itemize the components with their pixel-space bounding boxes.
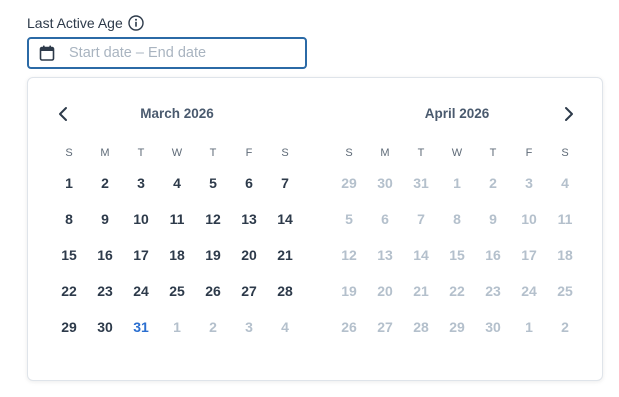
- day-cell[interactable]: 23: [87, 273, 123, 309]
- day-cell[interactable]: 1: [51, 165, 87, 201]
- day-cell[interactable]: 27: [231, 273, 267, 309]
- date-range-placeholder: Start date – End date: [69, 45, 207, 61]
- day-cell[interactable]: 5: [331, 201, 367, 237]
- day-cell[interactable]: 3: [123, 165, 159, 201]
- weekday-header: S M T W T F S: [51, 145, 303, 161]
- day-cell[interactable]: 2: [547, 309, 583, 345]
- day-cell[interactable]: 30: [475, 309, 511, 345]
- date-picker-popup: March 2026 S M T W T F S 1 2 3 4 5 6 7 8 9 10 11 12…: [27, 77, 603, 381]
- weekday-label: F: [245, 147, 253, 159]
- calendar-icon: [39, 45, 55, 61]
- day-cell[interactable]: 22: [439, 273, 475, 309]
- day-cell[interactable]: 2: [195, 309, 231, 345]
- day-cell[interactable]: 29: [331, 165, 367, 201]
- day-cell[interactable]: 29: [439, 309, 475, 345]
- day-cell[interactable]: 19: [331, 273, 367, 309]
- weekday-label: S: [345, 147, 353, 159]
- day-cell[interactable]: 26: [195, 273, 231, 309]
- day-cell[interactable]: 1: [439, 165, 475, 201]
- day-cell[interactable]: 1: [511, 309, 547, 345]
- day-cell[interactable]: 9: [475, 201, 511, 237]
- day-cell[interactable]: 11: [547, 201, 583, 237]
- day-cell[interactable]: 29: [51, 309, 87, 345]
- day-cell[interactable]: 2: [475, 165, 511, 201]
- day-cell[interactable]: 14: [267, 201, 303, 237]
- month-title: April 2026: [424, 106, 490, 121]
- day-cell[interactable]: 20: [231, 237, 267, 273]
- day-cell[interactable]: 6: [367, 201, 403, 237]
- weekday-label: S: [561, 147, 569, 159]
- info-icon[interactable]: [128, 15, 144, 31]
- day-cell[interactable]: 28: [403, 309, 439, 345]
- day-cell[interactable]: 22: [51, 273, 87, 309]
- day-cell[interactable]: 17: [511, 237, 547, 273]
- month-march: March 2026 S M T W T F S 1 2 3 4 5 6 7 8 9 10 11 12…: [51, 102, 303, 345]
- month-title: March 2026: [140, 106, 214, 121]
- day-cell[interactable]: 13: [231, 201, 267, 237]
- day-cell[interactable]: 15: [439, 237, 475, 273]
- day-cell[interactable]: 24: [511, 273, 547, 309]
- weekday-header: S M T W T F S: [331, 145, 583, 161]
- day-cell[interactable]: 11: [159, 201, 195, 237]
- day-cell[interactable]: 16: [475, 237, 511, 273]
- day-cell[interactable]: 30: [87, 309, 123, 345]
- day-cell[interactable]: 8: [439, 201, 475, 237]
- day-cell[interactable]: 21: [403, 273, 439, 309]
- day-cell[interactable]: 10: [123, 201, 159, 237]
- day-cell[interactable]: 8: [51, 201, 87, 237]
- day-cell[interactable]: 10: [511, 201, 547, 237]
- day-cell[interactable]: 31: [123, 309, 159, 345]
- day-cell[interactable]: 18: [547, 237, 583, 273]
- day-cell[interactable]: 7: [267, 165, 303, 201]
- day-cell[interactable]: 24: [123, 273, 159, 309]
- day-cell[interactable]: 12: [331, 237, 367, 273]
- day-grid: 29 30 31 1 2 3 4 5 6 7 8 9 10 11 12 13 14 15 16 17 18 19 20 21 2…: [331, 165, 583, 345]
- day-cell[interactable]: 23: [475, 273, 511, 309]
- month-april: April 2026 S M T W T F S 29 30 31 1 2 3 4 5 6 7 8 9…: [331, 102, 583, 345]
- day-cell[interactable]: 2: [87, 165, 123, 201]
- day-cell[interactable]: 6: [231, 165, 267, 201]
- day-cell[interactable]: 13: [367, 237, 403, 273]
- weekday-label: M: [380, 147, 390, 159]
- day-cell[interactable]: 4: [267, 309, 303, 345]
- day-cell[interactable]: 25: [159, 273, 195, 309]
- day-cell[interactable]: 19: [195, 237, 231, 273]
- weekday-label: M: [100, 147, 110, 159]
- day-cell[interactable]: 15: [51, 237, 87, 273]
- day-cell[interactable]: 4: [547, 165, 583, 201]
- day-cell[interactable]: 4: [159, 165, 195, 201]
- day-cell[interactable]: 9: [87, 201, 123, 237]
- weekday-label: W: [171, 147, 183, 159]
- day-cell[interactable]: 5: [195, 165, 231, 201]
- field-label-row: Last Active Age: [27, 12, 144, 34]
- day-cell[interactable]: 12: [195, 201, 231, 237]
- day-cell[interactable]: 3: [511, 165, 547, 201]
- day-cell[interactable]: 31: [403, 165, 439, 201]
- day-cell[interactable]: 20: [367, 273, 403, 309]
- date-range-input[interactable]: Start date – End date: [27, 37, 307, 69]
- weekday-label: T: [489, 147, 497, 159]
- day-cell[interactable]: 30: [367, 165, 403, 201]
- day-cell[interactable]: 1: [159, 309, 195, 345]
- day-cell[interactable]: 27: [367, 309, 403, 345]
- weekday-label: T: [417, 147, 425, 159]
- weekday-label: T: [137, 147, 145, 159]
- day-cell[interactable]: 21: [267, 237, 303, 273]
- day-grid: 1 2 3 4 5 6 7 8 9 10 11 12 13 14 15 16 17 18 19 20 21 22 23 24 2…: [51, 165, 303, 345]
- day-cell[interactable]: 17: [123, 237, 159, 273]
- day-cell[interactable]: 26: [331, 309, 367, 345]
- day-cell[interactable]: 25: [547, 273, 583, 309]
- weekday-label: W: [451, 147, 463, 159]
- weekday-label: S: [65, 147, 73, 159]
- day-cell[interactable]: 28: [267, 273, 303, 309]
- day-cell[interactable]: 16: [87, 237, 123, 273]
- field-label: Last Active Age: [27, 15, 123, 31]
- day-cell[interactable]: 7: [403, 201, 439, 237]
- day-cell[interactable]: 14: [403, 237, 439, 273]
- weekday-label: F: [525, 147, 533, 159]
- day-cell[interactable]: 18: [159, 237, 195, 273]
- weekday-label: S: [281, 147, 289, 159]
- day-cell[interactable]: 3: [231, 309, 267, 345]
- weekday-label: T: [209, 147, 217, 159]
